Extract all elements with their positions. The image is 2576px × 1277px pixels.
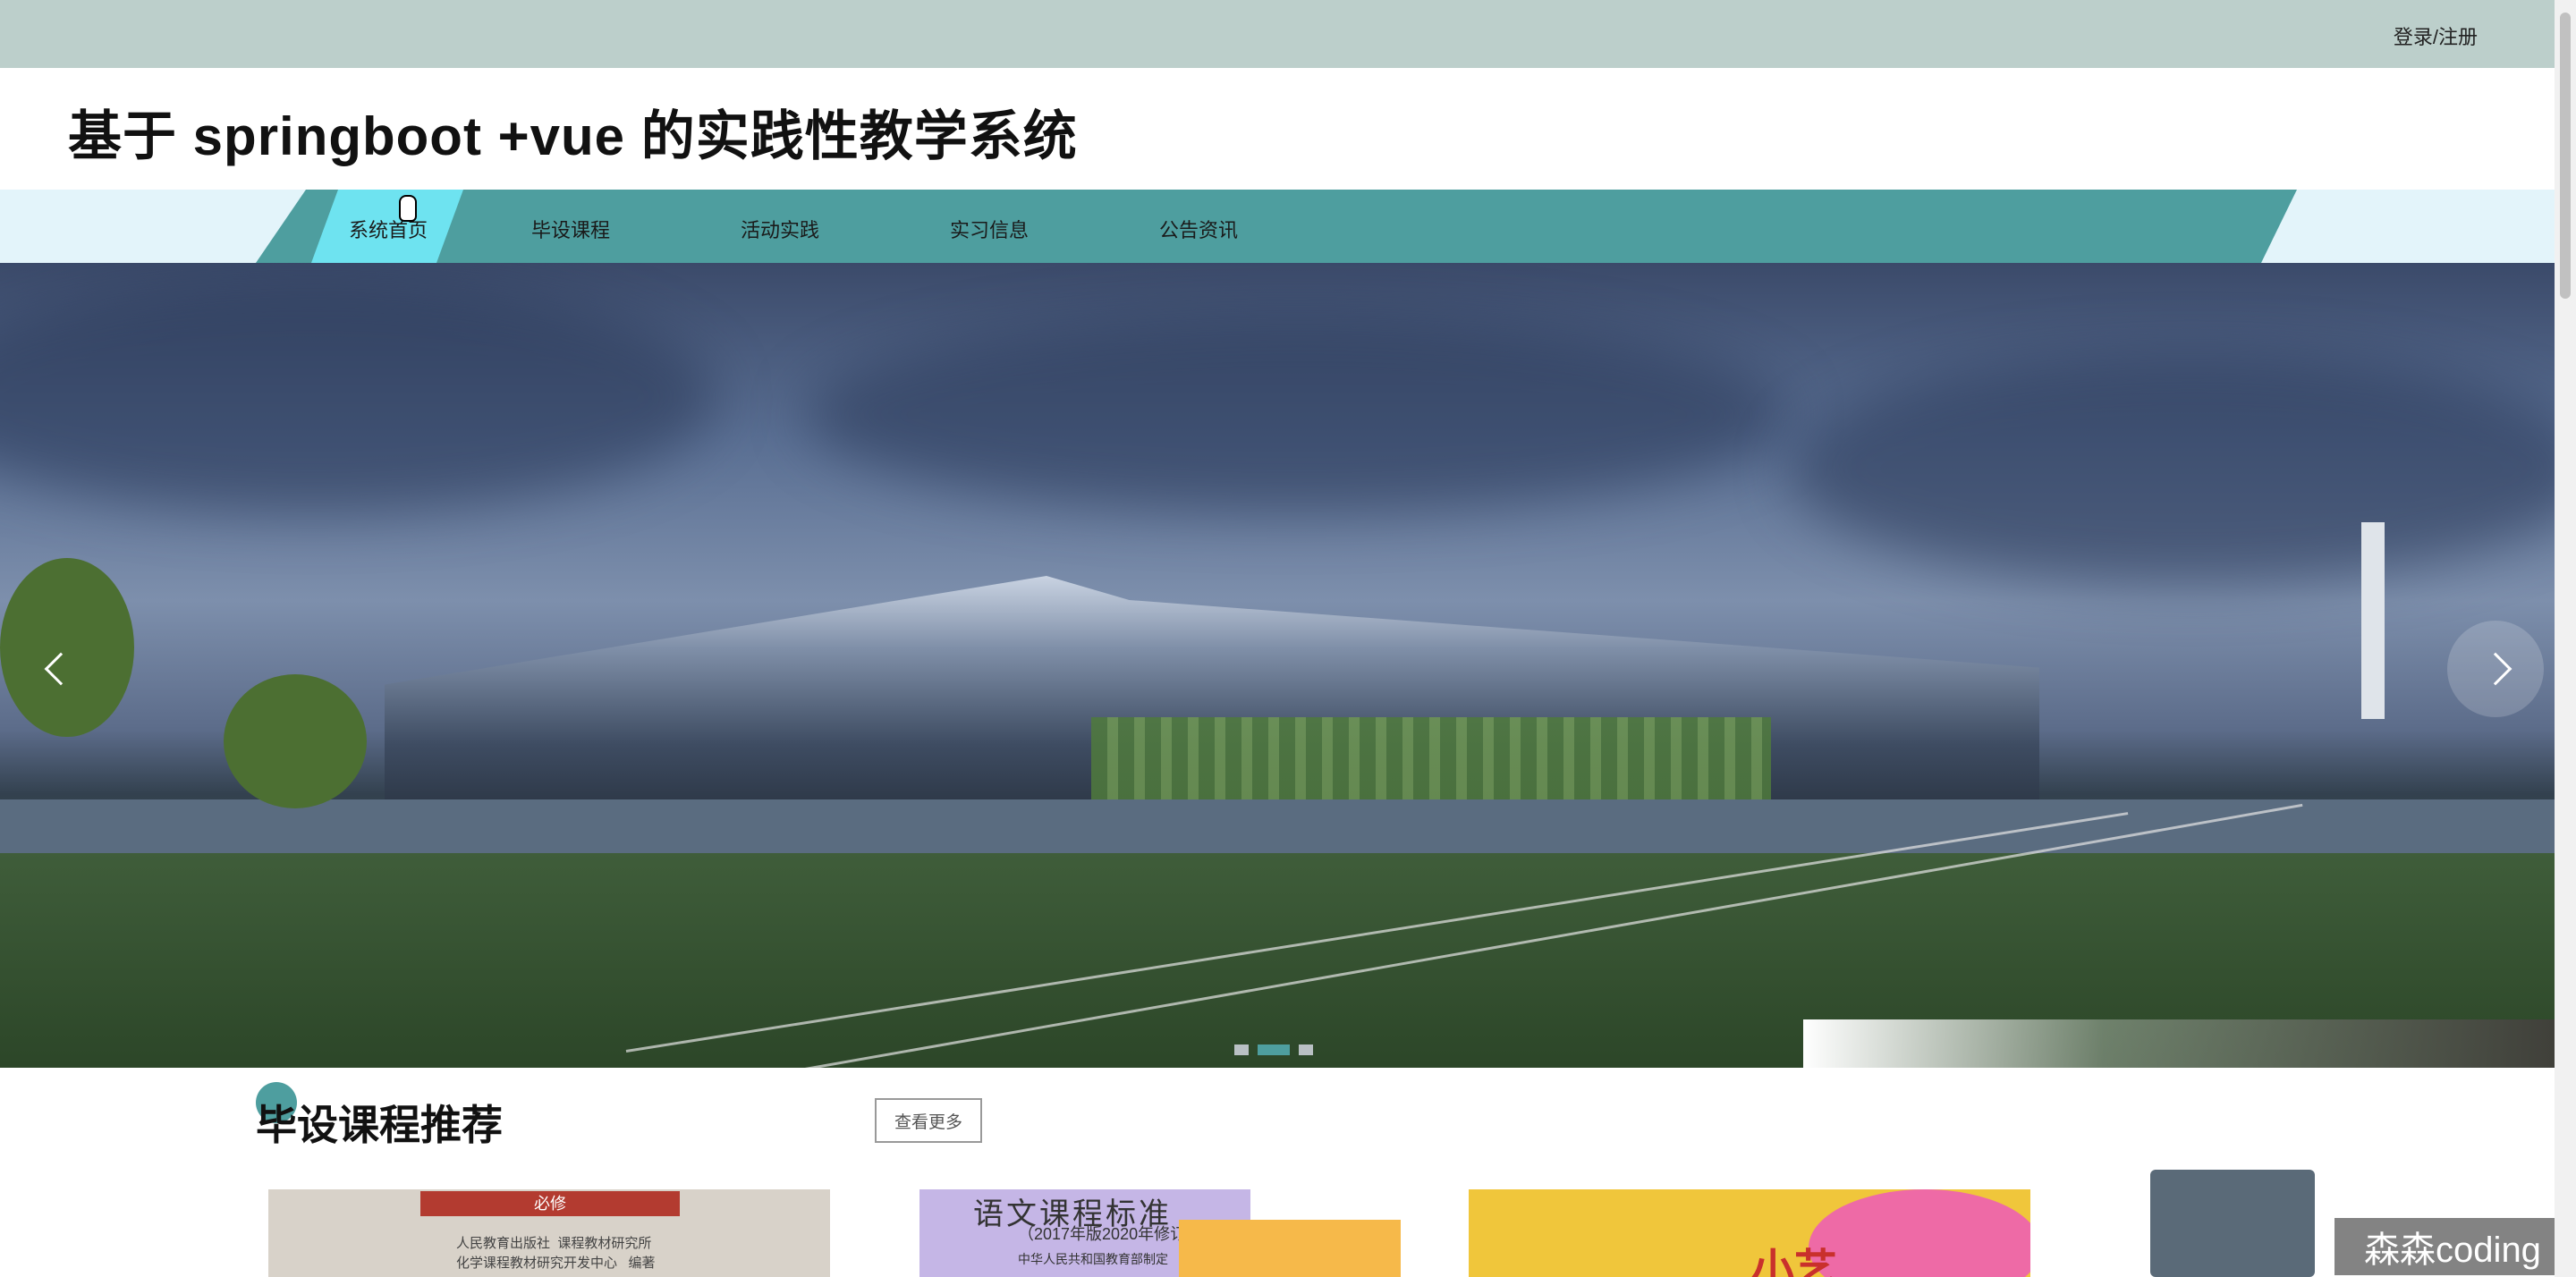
hero-carousel[interactable] [0,263,2555,1068]
site-title: 基于 springboot +vue 的实践性教学系统 [68,106,1078,166]
carousel-dot[interactable] [1234,1044,1249,1055]
chevron-left-icon [44,652,78,686]
scrollbar-thumb[interactable] [2560,13,2571,299]
nav-item-activities[interactable]: 活动实践 [741,215,819,243]
nav-band: 系统首页 毕设课程 活动实践 实习信息 公告资讯 [0,190,2555,263]
vertical-scrollbar[interactable] [2555,0,2576,1277]
card-cover-graphic [1809,1189,2030,1277]
card-cover-publisher: 中华人民共和国教育部制定 [1018,1252,1168,1266]
video-artifact [1803,1019,2555,1068]
nav-item-courses[interactable]: 毕设课程 [531,215,610,243]
carousel-dot[interactable] [1299,1044,1313,1055]
course-card-overlay [1179,1220,1401,1277]
carousel-prev-button[interactable] [13,621,109,717]
view-more-button[interactable]: 查看更多 [875,1098,982,1143]
top-bar: 登录/注册 [0,0,2555,68]
course-card[interactable]: 小艺 [1469,1189,2030,1277]
nav-item-announcements[interactable]: 公告资讯 [1159,215,1238,243]
chevron-right-icon [2479,652,2512,686]
card-cover-year: （2017年版2020年修订） [1018,1225,1203,1243]
site-header: 基于 springboot +vue 的实践性教学系统 [0,68,2555,190]
thumbnail-image [2150,1170,2315,1277]
hand-cursor-icon [399,195,417,222]
cloud [0,281,716,513]
watermark: 森森coding [2334,1218,2571,1275]
nav-item-internship[interactable]: 实习信息 [950,215,1029,243]
carousel-next-button[interactable] [2447,621,2544,717]
tower [2361,522,2385,719]
card-cover-label: 必修 [420,1191,680,1216]
card-cover-title: 小艺 [1751,1247,1838,1277]
cloud [805,317,1789,513]
cloud [1789,352,2555,585]
card-cover-text: 人民教育出版社 课程教材研究所 化学课程教材研究开发中心 编著 [456,1236,656,1271]
tree [224,674,367,808]
carousel-indicators [1234,1044,1313,1055]
carousel-dot-active[interactable] [1258,1044,1290,1055]
login-register-link[interactable]: 登录/注册 [2394,21,2478,50]
section-title: 毕设课程推荐 [256,1102,503,1148]
course-card[interactable]: 必修 人民教育出版社 课程教材研究所 化学课程教材研究开发中心 编著 [268,1189,830,1277]
